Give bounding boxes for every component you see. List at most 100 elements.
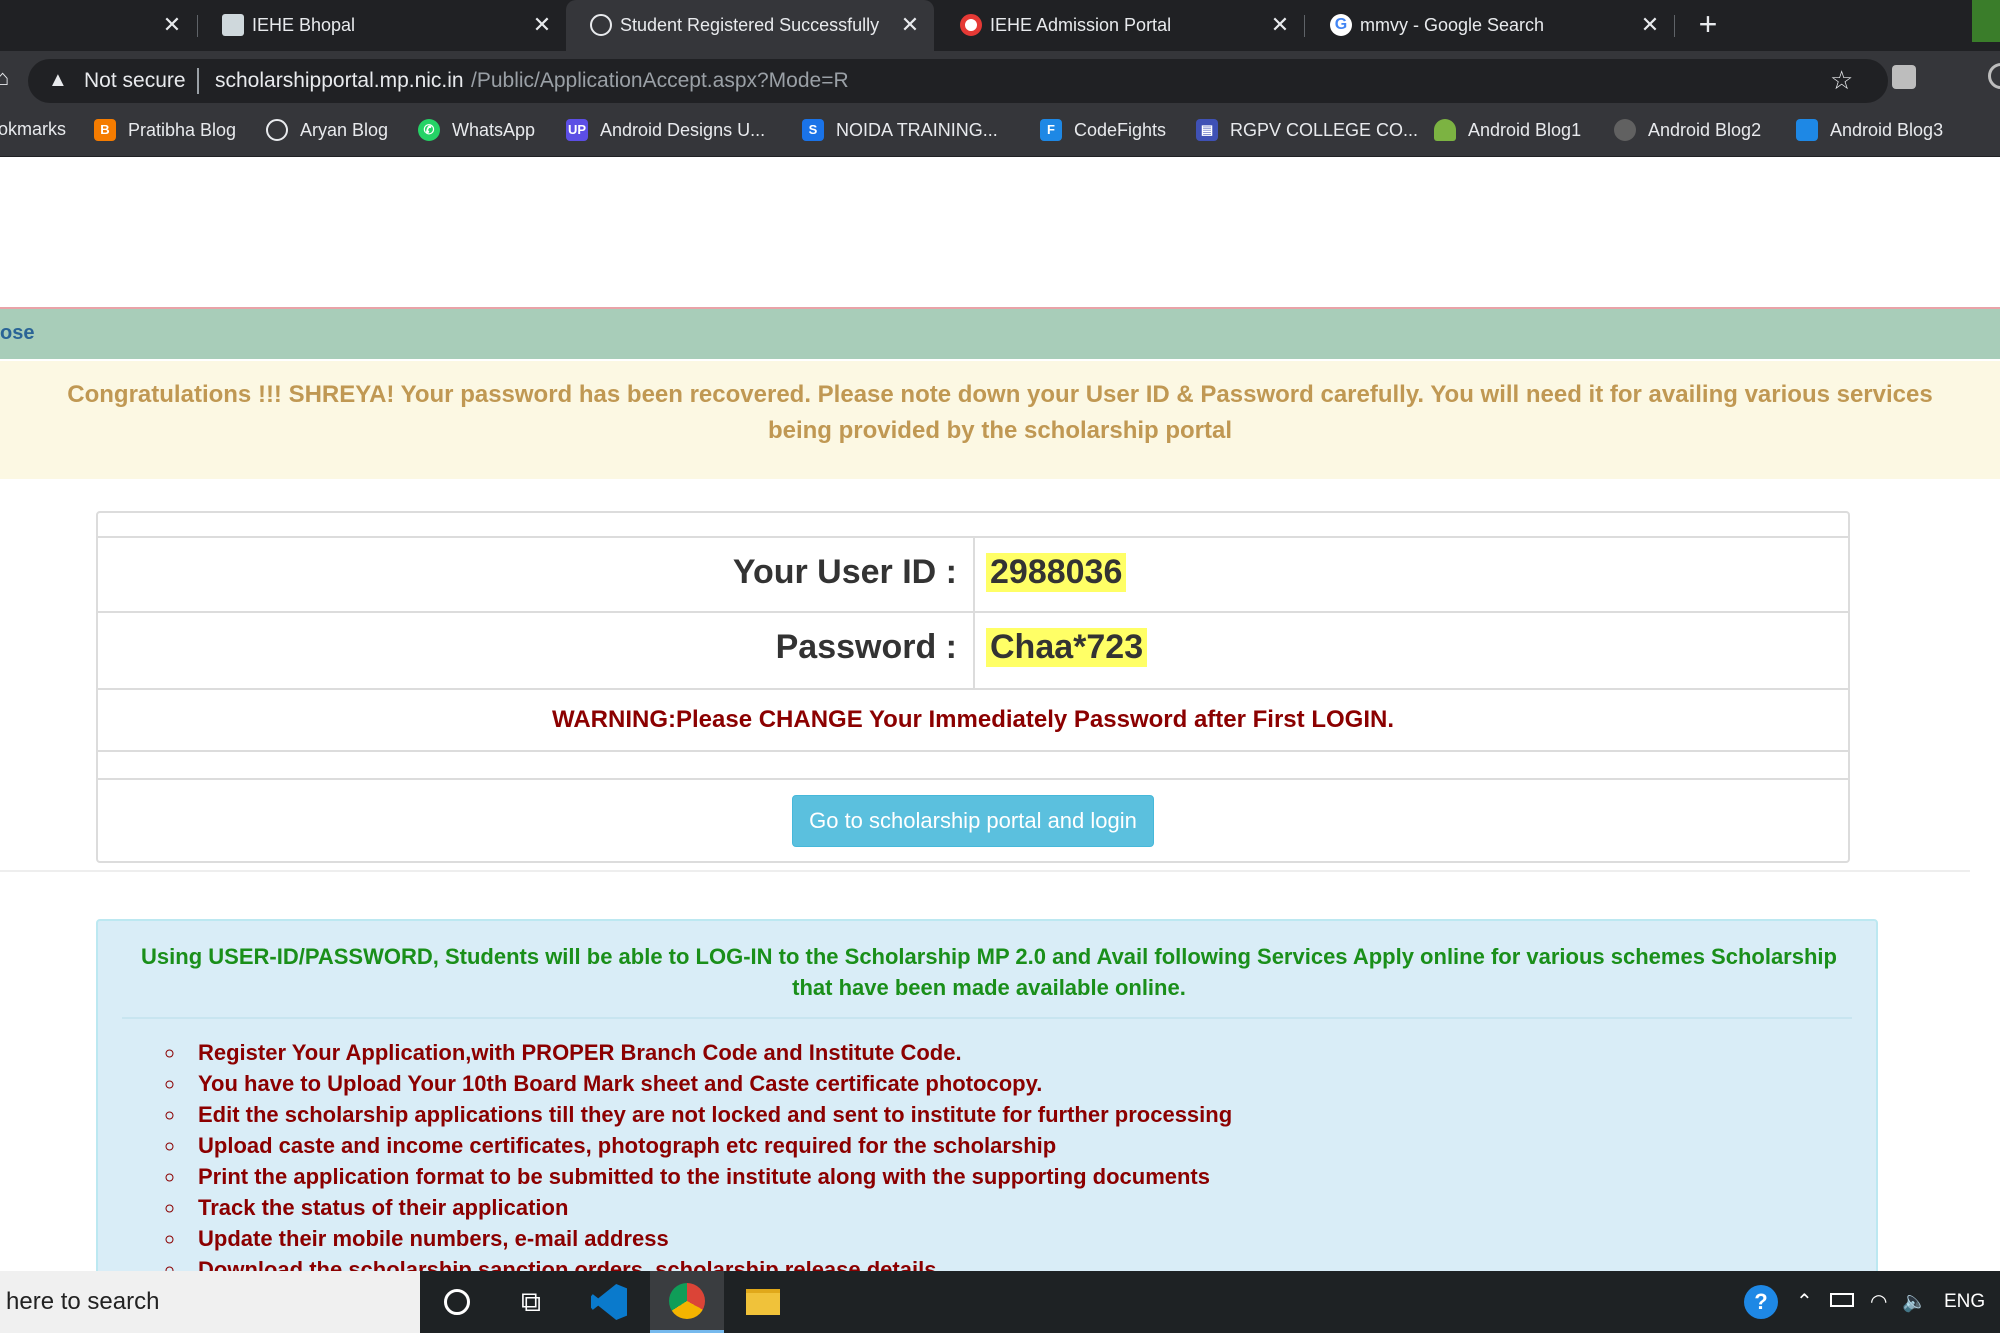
info-divider xyxy=(122,1017,1852,1019)
tab-iehe-bhopal[interactable]: IEHE Bhopal ✕ xyxy=(198,0,566,51)
bookmark-android-blog3[interactable]: Android Blog3 xyxy=(1796,119,1943,141)
browser-tab-strip: ✕ IEHE Bhopal ✕ Student Registered Succe… xyxy=(0,0,2000,51)
tab-iehe-admission[interactable]: IEHE Admission Portal ✕ xyxy=(936,0,1304,51)
bookmark-android-blog2[interactable]: Android Blog2 xyxy=(1614,119,1761,141)
bookmark-label: Pratibha Blog xyxy=(128,119,237,140)
bookmark-noida-training[interactable]: S NOIDA TRAINING... xyxy=(802,119,998,141)
tab-student-registered[interactable]: Student Registered Successfully ✕ xyxy=(566,0,934,51)
bookmark-rgpv-college[interactable]: ▤ RGPV COLLEGE CO... xyxy=(1196,119,1418,141)
list-item: Track the status of their application xyxy=(186,1192,1232,1223)
language-indicator[interactable]: ENG xyxy=(1944,1291,1985,1313)
list-item: Print the application format to be submi… xyxy=(186,1161,1232,1192)
bookmark-label: RGPV COLLEGE CO... xyxy=(1230,119,1419,140)
avatar-icon xyxy=(1614,119,1636,141)
password-value: Chaa*723 xyxy=(986,628,1148,667)
target-icon xyxy=(960,14,982,36)
bookmark-android-blog1[interactable]: Android Blog1 xyxy=(1434,119,1581,141)
spacer-row xyxy=(98,750,1848,778)
warning-text: WARNING:Please CHANGE Your Immediately P… xyxy=(552,706,1394,733)
tab-title: IEHE Bhopal xyxy=(252,15,356,35)
bookmark-whatsapp[interactable]: ✆ WhatsApp xyxy=(418,119,535,141)
bookmarks-bar: okmarks B Pratibha Blog Aryan Blog ✆ Whats… xyxy=(0,107,2000,157)
services-list: Register Your Application,with PROPER Br… xyxy=(186,1037,1232,1285)
bookmark-folder[interactable]: okmarks xyxy=(0,119,66,140)
tab-google-search[interactable]: G mmvy - Google Search ✕ xyxy=(1306,0,1674,51)
taskbar-search-input[interactable]: here to search xyxy=(0,1271,420,1333)
up-icon: UP xyxy=(566,119,588,141)
bookmark-label: Android Blog1 xyxy=(1468,119,1582,140)
list-item: Register Your Application,with PROPER Br… xyxy=(186,1037,1232,1068)
bookmark-android-designs[interactable]: UP Android Designs U... xyxy=(566,119,765,141)
task-view-icon[interactable]: ⧉ xyxy=(494,1271,568,1333)
profile-icon[interactable] xyxy=(1988,63,2000,89)
page-icon: ▤ xyxy=(1196,119,1218,141)
bookmark-label: Android Blog2 xyxy=(1648,119,1762,140)
image-icon xyxy=(1796,119,1818,141)
s-icon: S xyxy=(802,119,824,141)
browser-toolbar: ⌂ ▲ Not secure scholarshipportal.mp.nic.… xyxy=(0,51,2000,107)
volume-icon[interactable]: 🔈 xyxy=(1902,1289,1927,1314)
bookmark-label: Aryan Blog xyxy=(300,119,389,140)
page-content: ose Congratulations !!! SHREYA! Your pas… xyxy=(0,157,2000,1282)
bookmark-label: CodeFights xyxy=(1074,119,1167,140)
whatsapp-icon: ✆ xyxy=(418,119,440,141)
close-link[interactable]: ose xyxy=(0,322,34,345)
user-id-label: Your User ID : xyxy=(732,553,957,591)
file-explorer-icon[interactable] xyxy=(726,1271,800,1333)
wifi-icon[interactable]: ◠ xyxy=(1870,1289,1887,1314)
bookmark-label: okmarks xyxy=(0,119,67,139)
close-tab-icon[interactable]: ✕ xyxy=(1268,12,1292,38)
help-icon[interactable]: ? xyxy=(1744,1285,1778,1319)
bookmark-label: Android Designs U... xyxy=(600,119,766,140)
address-divider xyxy=(197,68,199,94)
blogger-icon: B xyxy=(94,119,116,141)
codefights-icon: F xyxy=(1040,119,1062,141)
url-host: scholarshipportal.mp.nic.in xyxy=(215,69,464,92)
list-item: You have to Upload Your 10th Board Mark … xyxy=(186,1068,1232,1099)
close-tab-icon[interactable]: ✕ xyxy=(160,12,184,38)
close-tab-icon[interactable]: ✕ xyxy=(530,12,554,38)
tab-previous[interactable]: ✕ xyxy=(0,0,190,51)
new-tab-button[interactable]: + xyxy=(1690,6,1726,42)
globe-icon xyxy=(590,14,612,36)
globe-icon xyxy=(266,119,288,141)
list-item: Edit the scholarship applications till t… xyxy=(186,1099,1232,1130)
windows-taskbar: here to search ⧉ ? ⌃ ◠ 🔈 ENG xyxy=(0,1271,2000,1333)
services-info-box: Using USER-ID/PASSWORD, Students will be… xyxy=(96,919,1878,1282)
bookmark-aryan-blog[interactable]: Aryan Blog xyxy=(266,119,388,141)
tab-title: Student Registered Successfully xyxy=(620,15,880,35)
chevron-up-icon[interactable]: ⌃ xyxy=(1796,1289,1813,1314)
vscode-icon[interactable] xyxy=(572,1271,646,1333)
bookmark-label: WhatsApp xyxy=(452,119,536,140)
close-tab-icon[interactable]: ✕ xyxy=(898,12,922,38)
services-heading: Using USER-ID/PASSWORD, Students will be… xyxy=(141,944,1837,1000)
bookmark-pratibha-blog[interactable]: B Pratibha Blog xyxy=(94,119,236,141)
extension-icon[interactable] xyxy=(1892,65,1916,89)
window-edge xyxy=(1972,0,2000,42)
tab-separator xyxy=(1674,15,1675,37)
star-icon[interactable]: ☆ xyxy=(1830,65,1853,96)
tab-separator xyxy=(1304,15,1305,37)
close-tab-icon[interactable]: ✕ xyxy=(1638,12,1662,38)
password-label: Password : xyxy=(775,628,957,666)
chrome-icon[interactable] xyxy=(650,1271,724,1333)
bookmark-label: NOIDA TRAINING... xyxy=(836,119,998,140)
user-id-value: 2988036 xyxy=(986,553,1127,592)
go-to-portal-button[interactable]: Go to scholarship portal and login xyxy=(792,795,1154,847)
tab-title: IEHE Admission Portal xyxy=(990,15,1172,35)
battery-icon[interactable] xyxy=(1830,1293,1854,1307)
notice-bar: ose xyxy=(0,309,2000,359)
cortana-icon[interactable] xyxy=(420,1271,494,1333)
tab-title: mmvy - Google Search xyxy=(1360,15,1545,35)
bookmark-codefights[interactable]: F CodeFights xyxy=(1040,119,1166,141)
list-item: Update their mobile numbers, e-mail addr… xyxy=(186,1223,1232,1254)
security-status[interactable]: Not secure xyxy=(84,69,186,93)
google-icon: G xyxy=(1330,14,1352,36)
bookmark-label: Android Blog3 xyxy=(1830,119,1944,140)
section-divider xyxy=(0,870,1970,872)
home-icon[interactable]: ⌂ xyxy=(0,65,9,91)
site-favicon-icon xyxy=(222,14,244,36)
success-message: Congratulations !!! SHREYA! Your passwor… xyxy=(0,361,2000,479)
address-bar[interactable]: ▲ Not secure scholarshipportal.mp.nic.in… xyxy=(28,59,1888,103)
url-path: /Public/ApplicationAccept.aspx?Mode=R xyxy=(471,69,849,92)
